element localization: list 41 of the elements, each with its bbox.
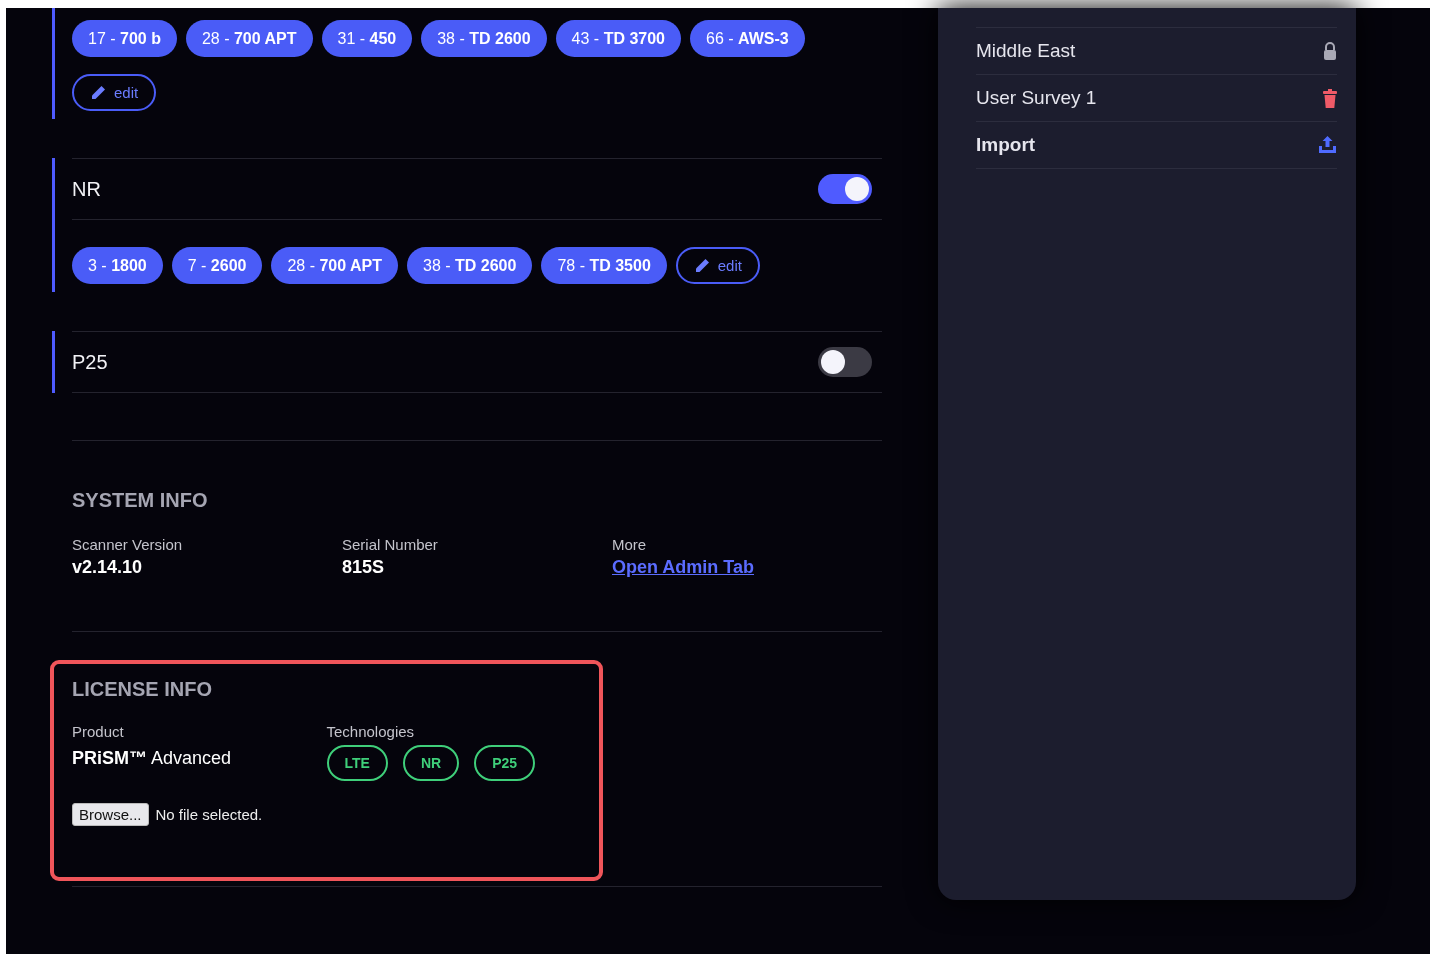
list-item[interactable]: Middle East bbox=[976, 40, 1076, 62]
field-value: PRiSM™ Advanced bbox=[72, 748, 233, 769]
field-label: Technologies bbox=[326, 723, 416, 740]
toggle-switch[interactable] bbox=[818, 174, 872, 204]
band-chip[interactable]: 7 - 2600 bbox=[171, 247, 263, 284]
field-label: Scanner Version bbox=[72, 536, 184, 553]
file-status: No file selected. bbox=[155, 806, 263, 823]
browse-button[interactable]: Browse... bbox=[72, 803, 149, 826]
field-label: More bbox=[612, 536, 648, 553]
pencil-icon bbox=[693, 257, 710, 274]
edit-button[interactable]: edit bbox=[72, 74, 157, 111]
field-value: 815S bbox=[342, 557, 386, 578]
band-chip[interactable]: 31 - 450 bbox=[321, 20, 413, 57]
section-title: SYSTEM INFO bbox=[72, 489, 209, 512]
band-chip[interactable]: 38 - TD 2600 bbox=[407, 247, 533, 284]
pencil-icon bbox=[90, 84, 106, 101]
band-chip[interactable]: 78 - TD 3500 bbox=[541, 247, 667, 284]
edit-button[interactable]: edit bbox=[675, 247, 760, 284]
band-chip[interactable]: 17 - 700 b bbox=[72, 20, 177, 57]
list-item[interactable]: Import bbox=[976, 134, 1036, 156]
technology-tag: NR bbox=[402, 745, 460, 781]
field-value: v2.14.10 bbox=[72, 557, 144, 578]
technology-tag: LTE bbox=[326, 745, 388, 781]
band-title: P25 bbox=[72, 350, 108, 374]
field-label: Product bbox=[72, 723, 125, 740]
upload-icon[interactable] bbox=[1318, 136, 1337, 154]
band-chip[interactable]: 43 - TD 3700 bbox=[555, 20, 681, 57]
section-title: LICENSE INFO bbox=[72, 678, 213, 701]
band-title: NR bbox=[72, 177, 101, 201]
band-chip[interactable]: 38 - TD 2600 bbox=[421, 20, 547, 57]
admin-link[interactable]: Open Admin Tab bbox=[612, 557, 754, 577]
band-chip[interactable]: 28 - 700 APT bbox=[185, 20, 313, 57]
list-item[interactable]: User Survey 1 bbox=[976, 87, 1097, 109]
field-label: Serial Number bbox=[342, 536, 439, 553]
band-chip[interactable]: 66 - AWS-3 bbox=[690, 20, 805, 57]
technology-tag: P25 bbox=[474, 745, 536, 781]
band-chip[interactable]: 3 - 1800 bbox=[72, 247, 163, 284]
band-chip[interactable]: 28 - 700 APT bbox=[271, 247, 398, 284]
toggle-switch[interactable] bbox=[818, 347, 872, 377]
lock-icon bbox=[1323, 42, 1337, 60]
trash-icon[interactable] bbox=[1323, 88, 1337, 108]
